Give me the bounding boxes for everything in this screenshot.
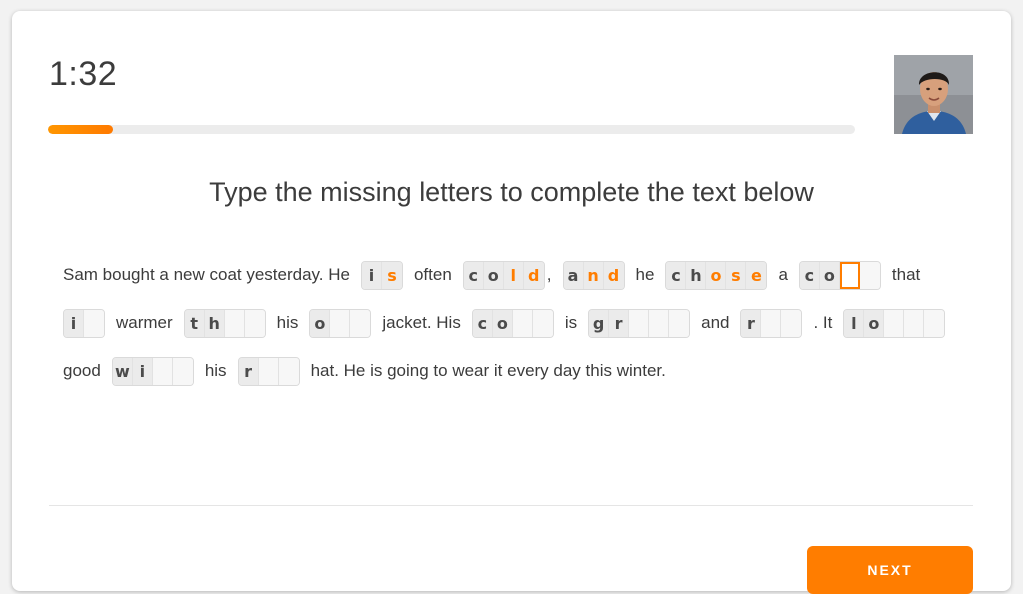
given-letter-box[interactable]: r: [609, 309, 630, 337]
empty-letter-box[interactable]: [244, 309, 265, 337]
instructions-heading: Type the missing letters to complete the…: [209, 177, 814, 207]
empty-letter-box[interactable]: [761, 309, 782, 337]
typed-letter-box[interactable]: l: [503, 261, 524, 289]
passage-line: good w i his r hat. He is going to wear it ev…: [63, 347, 963, 395]
passage-text: often: [413, 265, 452, 284]
passage-text: he: [635, 265, 655, 284]
passage-text: . It: [813, 313, 833, 332]
typed-letter-box[interactable]: s: [726, 261, 747, 289]
empty-letter-box[interactable]: [904, 309, 925, 337]
letter-box-group[interactable]: wi: [111, 356, 194, 386]
passage-punctuation: ,: [546, 265, 552, 284]
empty-letter-box[interactable]: [629, 309, 650, 337]
passage-text: and: [701, 313, 730, 332]
empty-letter-box[interactable]: [781, 309, 802, 337]
empty-letter-box[interactable]: [512, 309, 533, 337]
typed-letter-box[interactable]: d: [603, 261, 624, 289]
passage-text: a: [778, 265, 788, 284]
given-letter-box[interactable]: c: [666, 261, 687, 289]
countdown-timer: 1:32: [49, 55, 118, 93]
empty-letter-box[interactable]: [278, 357, 299, 385]
empty-letter-box[interactable]: [224, 309, 245, 337]
letter-box-group[interactable]: lo: [843, 308, 946, 338]
letter-box-group[interactable]: r: [237, 356, 300, 386]
given-letter-box[interactable]: o: [492, 309, 513, 337]
passage-text: his: [276, 313, 299, 332]
passage-text: jacket. His: [382, 313, 461, 332]
given-letter-box[interactable]: t: [184, 309, 205, 337]
letter-box-group[interactable]: chose: [665, 260, 768, 290]
letter-box-group[interactable]: co: [471, 308, 554, 338]
empty-letter-box[interactable]: [924, 309, 945, 337]
passage-line: Sam bought a new coat yesterday. He i s oft…: [63, 251, 963, 299]
passage-text: good: [63, 361, 101, 380]
given-letter-box[interactable]: c: [472, 309, 493, 337]
typed-letter-box[interactable]: d: [523, 261, 544, 289]
given-letter-box[interactable]: i: [64, 309, 84, 337]
webcam-video: [894, 55, 973, 134]
given-letter-box[interactable]: i: [361, 261, 382, 289]
given-letter-box[interactable]: a: [563, 261, 584, 289]
typed-letter-box[interactable]: n: [583, 261, 604, 289]
letter-box-group[interactable]: gr: [588, 308, 691, 338]
given-letter-box[interactable]: h: [686, 261, 707, 289]
given-letter-box[interactable]: o: [483, 261, 504, 289]
empty-letter-box[interactable]: [330, 309, 351, 337]
empty-letter-box[interactable]: [350, 309, 371, 337]
given-letter-box[interactable]: o: [310, 309, 331, 337]
progress-bar: [48, 125, 855, 134]
next-button[interactable]: NEXT: [807, 546, 973, 594]
active-letter-input[interactable]: [839, 261, 860, 289]
given-letter-box[interactable]: r: [741, 309, 762, 337]
empty-letter-box[interactable]: [258, 357, 279, 385]
given-letter-box[interactable]: g: [589, 309, 610, 337]
passage-text: hat. He is going to wear it every day th…: [310, 361, 666, 380]
given-letter-box[interactable]: c: [799, 261, 820, 289]
given-letter-box[interactable]: o: [819, 261, 840, 289]
empty-letter-box[interactable]: [859, 261, 880, 289]
empty-letter-box[interactable]: [884, 309, 905, 337]
progress-fill: [48, 125, 113, 134]
letter-box-group[interactable]: r: [740, 308, 803, 338]
empty-letter-box[interactable]: [152, 357, 173, 385]
empty-letter-box[interactable]: [172, 357, 193, 385]
given-letter-box[interactable]: w: [112, 357, 133, 385]
empty-letter-box[interactable]: [649, 309, 670, 337]
letter-box-group[interactable]: o: [309, 308, 372, 338]
given-letter-box[interactable]: h: [204, 309, 225, 337]
empty-letter-box[interactable]: [669, 309, 690, 337]
fill-in-passage: Sam bought a new coat yesterday. He i s oft…: [63, 251, 963, 395]
letter-box-group[interactable]: i: [63, 308, 105, 338]
empty-letter-box[interactable]: [532, 309, 553, 337]
given-letter-box[interactable]: l: [844, 309, 865, 337]
letter-box-group[interactable]: co: [798, 260, 881, 290]
empty-letter-box[interactable]: [84, 309, 104, 337]
letter-box-group[interactable]: and: [562, 260, 625, 290]
typed-letter-box[interactable]: s: [381, 261, 402, 289]
given-letter-box[interactable]: i: [132, 357, 153, 385]
typed-letter-box[interactable]: e: [746, 261, 767, 289]
passage-text: his: [204, 361, 227, 380]
passage-text: is: [564, 313, 578, 332]
passage-line: i warmer t h his o jacket. His c o is g r and r. It l o: [63, 299, 963, 347]
passage-text: Sam bought a new coat yesterday. He: [63, 265, 350, 284]
letter-box-group[interactable]: th: [183, 308, 266, 338]
person-video-icon: [894, 55, 973, 134]
passage-text: that: [891, 265, 921, 284]
letter-box-group[interactable]: is: [360, 260, 403, 290]
given-letter-box[interactable]: o: [864, 309, 885, 337]
given-letter-box[interactable]: r: [238, 357, 259, 385]
passage-text: warmer: [116, 313, 173, 332]
given-letter-box[interactable]: c: [463, 261, 484, 289]
test-card: 1:32 Type the missing letters to complet…: [12, 11, 1011, 594]
letter-box-group[interactable]: cold: [462, 260, 545, 290]
footer-divider: [49, 505, 973, 506]
typed-letter-box[interactable]: o: [706, 261, 727, 289]
